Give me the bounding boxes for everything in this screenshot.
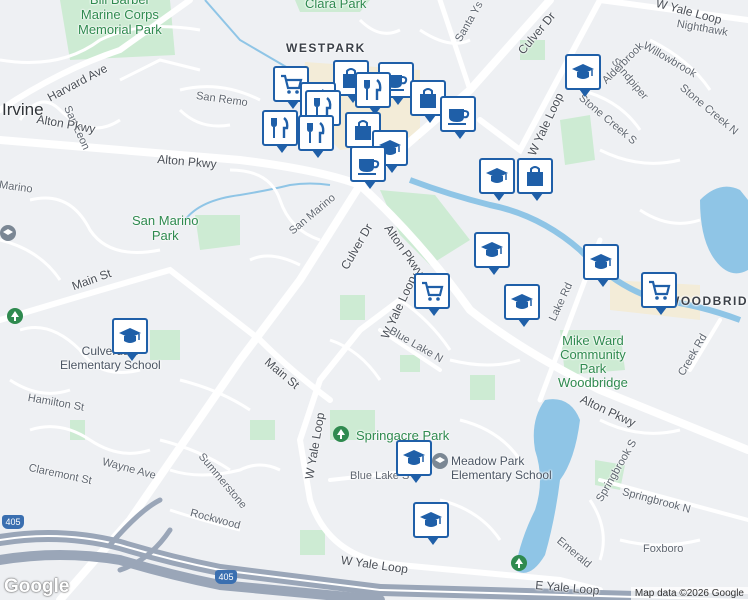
shopping-cart-marker[interactable] bbox=[641, 272, 677, 315]
school-dot-west[interactable] bbox=[0, 225, 16, 241]
restaurant-icon bbox=[307, 122, 325, 143]
school-icon bbox=[590, 254, 612, 269]
park-small-4 bbox=[400, 355, 420, 372]
shopping-cart-icon bbox=[422, 281, 444, 301]
road-santa-ysabel bbox=[437, 0, 473, 93]
restaurant-marker[interactable] bbox=[355, 72, 391, 115]
school-dot-meadow[interactable] bbox=[432, 453, 448, 469]
park-small-1 bbox=[340, 295, 365, 320]
label-meadow-park-school: Meadow Park Elementary School bbox=[451, 454, 552, 482]
school-icon bbox=[435, 457, 445, 463]
school-icon bbox=[511, 294, 533, 309]
lake-north bbox=[700, 186, 748, 274]
i405-shield: 405 bbox=[2, 515, 24, 529]
school-icon bbox=[486, 168, 508, 183]
park-dot-springacre[interactable] bbox=[333, 426, 349, 442]
park-small-7 bbox=[560, 115, 595, 165]
school-marker[interactable] bbox=[583, 244, 619, 287]
tree-icon bbox=[11, 311, 19, 321]
park-san-marino bbox=[195, 215, 240, 250]
park-dot-west[interactable] bbox=[7, 308, 23, 324]
park-dot-south[interactable] bbox=[511, 555, 527, 571]
label-san-marino-park: San Marino Park bbox=[132, 213, 199, 243]
coffee-icon bbox=[448, 109, 470, 125]
restaurant-marker[interactable] bbox=[298, 115, 334, 158]
school-icon bbox=[403, 450, 425, 465]
map-attribution[interactable]: Map data ©2026 Google bbox=[630, 587, 748, 600]
school-marker[interactable] bbox=[112, 318, 148, 361]
park-small-5 bbox=[250, 420, 275, 440]
shopping-bag-icon bbox=[527, 166, 543, 186]
google-logo: Google bbox=[4, 576, 70, 597]
school-marker[interactable] bbox=[479, 158, 515, 201]
label-mike-ward-park: Mike Ward Community Park Woodbridge bbox=[558, 333, 628, 390]
i405-shield-south: 405 bbox=[215, 570, 237, 584]
school-icon bbox=[119, 328, 141, 343]
coffee-marker[interactable] bbox=[440, 96, 476, 139]
school-icon bbox=[572, 64, 594, 79]
label-woodbridge: WOODBRIDGE bbox=[668, 294, 748, 308]
coffee-icon bbox=[358, 159, 380, 175]
shopping-bag-marker[interactable] bbox=[517, 158, 553, 201]
school-marker[interactable] bbox=[504, 284, 540, 327]
school-icon bbox=[420, 512, 442, 527]
canal-north bbox=[204, 0, 301, 76]
shopping-cart-marker[interactable] bbox=[414, 273, 450, 316]
tree-icon bbox=[515, 558, 523, 568]
freeway-i405 bbox=[0, 497, 748, 600]
school-marker[interactable] bbox=[474, 232, 510, 275]
label-bill-barber-park: Bill Barber Marine Corps Memorial Park bbox=[78, 0, 162, 37]
school-marker[interactable] bbox=[565, 54, 601, 97]
school-marker[interactable] bbox=[396, 440, 432, 483]
shopping-cart-icon bbox=[649, 280, 671, 300]
restaurant-icon bbox=[271, 117, 289, 138]
school-marker[interactable] bbox=[413, 502, 449, 545]
restaurant-marker[interactable] bbox=[262, 110, 298, 153]
shopping-bag-icon bbox=[420, 88, 436, 108]
park-small-3 bbox=[470, 375, 495, 400]
coffee-marker[interactable] bbox=[350, 146, 386, 189]
tree-icon bbox=[337, 429, 345, 439]
school-icon bbox=[481, 242, 503, 257]
school-icon bbox=[3, 229, 13, 235]
label-westpark: WESTPARK bbox=[286, 41, 366, 55]
label-clara-park: Clara Park bbox=[305, 0, 367, 11]
label-foxboro: Foxboro bbox=[643, 543, 684, 555]
restaurant-icon bbox=[364, 79, 382, 100]
park-small-9 bbox=[300, 530, 325, 555]
